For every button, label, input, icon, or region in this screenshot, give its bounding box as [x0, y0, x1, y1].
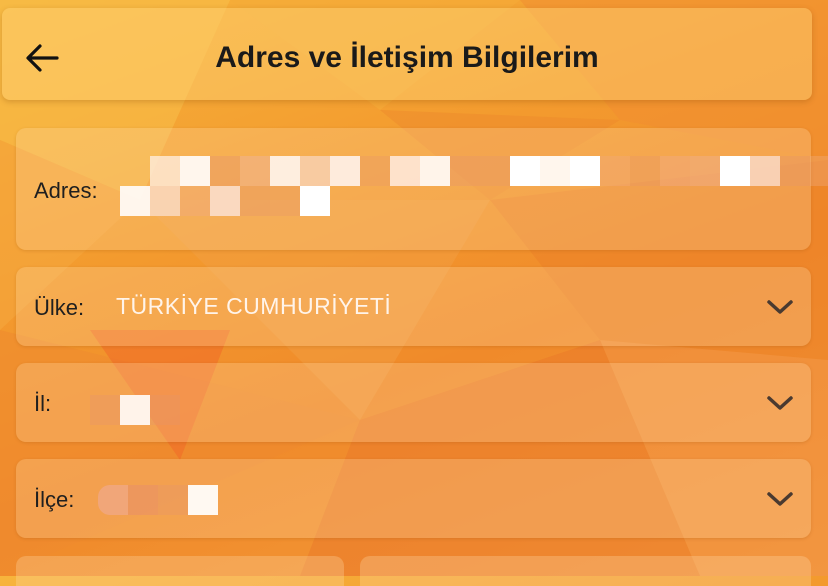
- address-field[interactable]: Adres:: [16, 128, 828, 250]
- city-label: İl:: [34, 391, 52, 416]
- district-label: İlçe:: [34, 487, 75, 512]
- country-value: TÜRKİYE CUMHURİYETİ: [116, 293, 392, 319]
- address-value-pixelated: [120, 156, 828, 216]
- district-select[interactable]: İlçe:: [16, 459, 811, 538]
- chevron-down-icon[interactable]: [765, 393, 795, 413]
- address-label: Adres:: [34, 178, 98, 203]
- country-label: Ülke:: [34, 295, 85, 320]
- chevron-down-icon[interactable]: [765, 489, 795, 509]
- city-select[interactable]: İl:: [16, 363, 811, 442]
- partial-field-right[interactable]: [360, 556, 811, 586]
- city-value-pixelated: [90, 395, 180, 425]
- app-header: Adres ve İletişim Bilgilerim: [2, 8, 812, 100]
- partial-field-left[interactable]: [16, 556, 344, 586]
- page-title: Adres ve İletişim Bilgilerim: [215, 41, 599, 74]
- district-value-pixelated: [98, 485, 218, 515]
- country-select[interactable]: Ülke: TÜRKİYE CUMHURİYETİ: [16, 267, 811, 346]
- chevron-down-icon[interactable]: [765, 297, 795, 317]
